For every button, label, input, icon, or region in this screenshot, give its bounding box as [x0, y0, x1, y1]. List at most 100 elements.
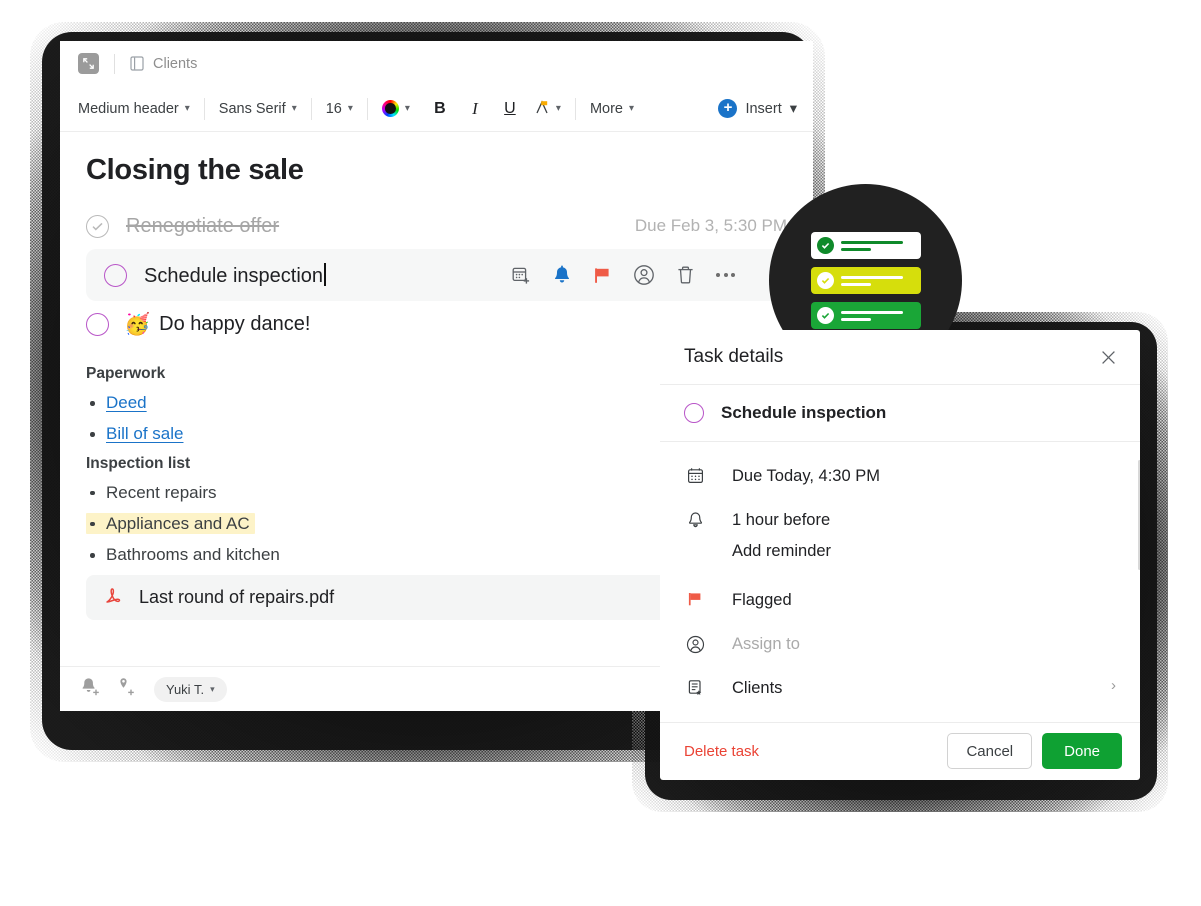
underline-button[interactable]: U	[499, 100, 521, 118]
more-formatting-dropdown[interactable]: More ▾	[590, 101, 634, 117]
attachment-name: Last round of repairs.pdf	[139, 587, 335, 608]
toolbar-divider-2	[310, 97, 312, 120]
dialog-assign-row[interactable]: Assign to	[684, 634, 1116, 656]
task-label: Renegotiate offer	[126, 214, 280, 237]
page-title: Closing the sale	[86, 154, 304, 186]
calendar-icon	[684, 466, 706, 484]
text-color-wheel-icon	[381, 100, 399, 117]
task-row[interactable]: Renegotiate offer Due Feb 3, 5:30 PM	[60, 203, 813, 249]
highlight-pen-icon	[534, 99, 550, 119]
list-item-highlighted: Appliances and AC	[86, 512, 255, 534]
chevron-down-icon: ▾	[210, 683, 215, 694]
pdf-icon	[104, 585, 123, 610]
user-name: Yuki T.	[166, 681, 205, 697]
dialog-reminder-row[interactable]: 1 hour before Add reminder	[684, 510, 1116, 562]
task-action-icons	[511, 264, 757, 286]
check-circle-icon	[816, 307, 834, 324]
chevron-down-icon: ▾	[555, 102, 561, 114]
chevron-down-icon: ▾	[347, 102, 353, 114]
task-label: Schedule inspection	[144, 264, 324, 287]
dialog-flag-row[interactable]: Flagged	[684, 590, 1116, 612]
add-collaborator-icon[interactable]	[115, 676, 136, 702]
titlebar-divider	[114, 53, 115, 74]
calendar-add-icon[interactable]	[511, 265, 531, 285]
badge-row	[810, 232, 921, 259]
dialog-footer: Delete task Cancel Done	[660, 721, 1140, 780]
paragraph-style-label: Medium header	[78, 100, 179, 117]
chevron-down-icon: ▾	[291, 102, 297, 114]
reminder-value: 1 hour before	[732, 510, 831, 529]
bell-icon[interactable]	[552, 265, 572, 286]
link-bill-of-sale[interactable]: Bill of sale	[106, 424, 183, 443]
bell-icon	[684, 510, 706, 529]
dialog-task-row[interactable]: Schedule inspection	[660, 385, 1140, 442]
task-checkbox[interactable]	[86, 312, 109, 336]
check-circle-icon	[816, 237, 834, 254]
dialog-list-row[interactable]: Clients ›	[684, 678, 1116, 700]
expand-arrows-icon[interactable]	[78, 53, 99, 74]
party-face-emoji: 🥳	[124, 312, 151, 336]
badge-row	[810, 267, 921, 294]
dialog-body: Due Today, 4:30 PM 1 hour before Add rem…	[660, 442, 1140, 722]
chevron-down-icon: ▾	[789, 100, 797, 117]
paragraph-style-dropdown[interactable]: Medium header ▾	[78, 101, 190, 117]
delete-task-button[interactable]: Delete task	[684, 743, 759, 760]
italic-button[interactable]: I	[464, 99, 486, 119]
badge-row	[810, 302, 921, 329]
done-button[interactable]: Done	[1042, 733, 1122, 770]
flag-value: Flagged	[732, 590, 792, 609]
document-breadcrumb[interactable]: Clients	[130, 56, 197, 72]
task-checkbox[interactable]	[684, 402, 704, 423]
plus-circle-icon: +	[718, 99, 738, 118]
chevron-down-icon: ▾	[184, 102, 190, 114]
task-row-selected[interactable]: Schedule inspection	[86, 249, 783, 301]
font-size-dropdown[interactable]: 16 ▾	[326, 101, 353, 117]
close-icon[interactable]	[1098, 347, 1118, 367]
chevron-down-icon: ▾	[404, 102, 410, 114]
bold-button[interactable]: B	[429, 100, 451, 118]
text-cursor	[324, 262, 326, 286]
chevron-right-icon[interactable]: ›	[1111, 678, 1116, 693]
insert-button[interactable]: + Insert ▾	[718, 99, 797, 118]
more-options-icon[interactable]	[716, 273, 735, 277]
add-notification-icon[interactable]	[80, 676, 101, 702]
font-family-label: Sans Serif	[218, 100, 286, 117]
badge-lines	[840, 275, 903, 286]
toolbar-divider-1	[203, 97, 205, 120]
assign-person-icon	[684, 634, 706, 654]
more-label: More	[589, 100, 623, 117]
dialog-header: Task details	[660, 330, 1140, 386]
scrollbar-thumb[interactable]	[1138, 459, 1140, 570]
add-reminder-button[interactable]: Add reminder	[732, 541, 831, 562]
dialog-task-name: Schedule inspection	[721, 402, 887, 422]
dialog-due-date-row[interactable]: Due Today, 4:30 PM	[684, 466, 1116, 488]
dialog-title: Task details	[684, 346, 784, 368]
toolbar-divider-3	[366, 97, 368, 120]
font-family-dropdown[interactable]: Sans Serif ▾	[219, 101, 297, 117]
badge-lines	[840, 240, 903, 251]
task-checkbox[interactable]	[104, 263, 127, 287]
assign-placeholder: Assign to	[732, 634, 800, 653]
insert-label: Insert	[745, 100, 782, 117]
font-size-label: 16	[325, 100, 342, 117]
task-checkbox-checked[interactable]	[86, 214, 109, 238]
list-name: Clients	[732, 678, 783, 697]
flag-icon[interactable]	[593, 266, 612, 285]
highlight-dropdown[interactable]: ▾	[534, 99, 561, 119]
badge-lines	[840, 310, 903, 321]
link-deed[interactable]: Deed	[106, 393, 147, 412]
trash-icon[interactable]	[676, 265, 695, 285]
list-star-icon	[684, 678, 706, 696]
task-details-dialog: Task details Schedule inspection Due Tod…	[660, 330, 1140, 780]
titlebar: Clients	[60, 41, 813, 86]
task-label: Do happy dance!	[159, 312, 311, 335]
due-date-value: Due Today, 4:30 PM	[732, 466, 880, 485]
text-color-dropdown[interactable]: ▾	[381, 100, 410, 117]
user-chip[interactable]: Yuki T. ▾	[154, 676, 227, 702]
flag-icon	[684, 590, 706, 607]
check-circle-icon	[816, 272, 834, 289]
assign-person-icon[interactable]	[633, 264, 655, 286]
cancel-button[interactable]: Cancel	[947, 733, 1033, 770]
document-name: Clients	[153, 55, 198, 72]
formatting-toolbar: Medium header ▾ Sans Serif ▾ 16 ▾ ▾ B I …	[60, 86, 813, 132]
